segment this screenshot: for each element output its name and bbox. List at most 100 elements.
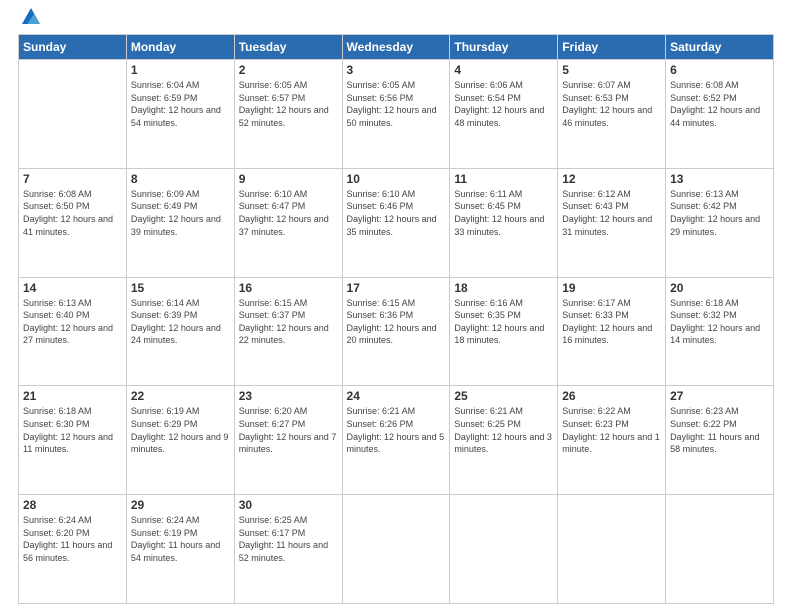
day-number: 21 [23,389,122,403]
cell-2-2: 16 Sunrise: 6:15 AMSunset: 6:37 PMDayligh… [234,277,342,386]
cell-0-6: 6Sunrise: 6:08 AMSunset: 6:52 PMDaylight… [666,60,774,169]
cell-info: Sunrise: 6:05 AMSunset: 6:56 PMDaylight:… [347,79,446,129]
cell-3-1: 22 Sunrise: 6:19 AMSunset: 6:29 PMDayligh… [126,386,234,495]
day-number: 17 [347,281,446,295]
cell-info: Sunrise: 6:06 AMSunset: 6:54 PMDaylight:… [454,79,553,129]
cell-2-5: 19Sunrise: 6:17 AMSunset: 6:33 PMDayligh… [558,277,666,386]
cell-4-5 [558,495,666,604]
day-number: 16 [239,281,338,295]
day-number: 19 [562,281,661,295]
cell-info: Sunrise: 6:16 AMSunset: 6:35 PMDaylight:… [454,297,553,347]
cell-info: Sunrise: 6:07 AMSunset: 6:53 PMDaylight:… [562,79,661,129]
header [18,10,774,28]
cell-info: Sunrise: 6:13 AMSunset: 6:42 PMDaylight:… [670,188,769,238]
col-tuesday: Tuesday [234,35,342,60]
cell-info: Sunrise: 6:18 AMSunset: 6:30 PMDaylight:… [23,405,122,455]
cell-3-4: 25 Sunrise: 6:21 AMSunset: 6:25 PMDayligh… [450,386,558,495]
day-number: 28 [23,498,122,512]
col-monday: Monday [126,35,234,60]
week-row-4: 28 Sunrise: 6:24 AMSunset: 6:20 PMDayligh… [19,495,774,604]
cell-3-0: 21 Sunrise: 6:18 AMSunset: 6:30 PMDayligh… [19,386,127,495]
col-thursday: Thursday [450,35,558,60]
cell-info: Sunrise: 6:21 AMSunset: 6:26 PMDaylight:… [347,405,446,455]
day-number: 24 [347,389,446,403]
day-number: 29 [131,498,230,512]
day-number: 13 [670,172,769,186]
cell-info: Sunrise: 6:08 AMSunset: 6:52 PMDaylight:… [670,79,769,129]
day-number: 14 [23,281,122,295]
col-saturday: Saturday [666,35,774,60]
week-row-3: 21 Sunrise: 6:18 AMSunset: 6:30 PMDayligh… [19,386,774,495]
cell-info: Sunrise: 6:19 AMSunset: 6:29 PMDaylight:… [131,405,230,455]
day-number: 2 [239,63,338,77]
page: Sunday Monday Tuesday Wednesday Thursday… [0,0,792,612]
cell-3-6: 27 Sunrise: 6:23 AMSunset: 6:22 PMDayligh… [666,386,774,495]
col-sunday: Sunday [19,35,127,60]
cell-0-3: 3 Sunrise: 6:05 AMSunset: 6:56 PMDaylight… [342,60,450,169]
cell-1-2: 9 Sunrise: 6:10 AMSunset: 6:47 PMDaylight… [234,168,342,277]
week-row-2: 14 Sunrise: 6:13 AMSunset: 6:40 PMDayligh… [19,277,774,386]
header-row: Sunday Monday Tuesday Wednesday Thursday… [19,35,774,60]
day-number: 18 [454,281,553,295]
cell-info: Sunrise: 6:21 AMSunset: 6:25 PMDaylight:… [454,405,553,455]
day-number: 27 [670,389,769,403]
day-number: 12 [562,172,661,186]
cell-2-0: 14 Sunrise: 6:13 AMSunset: 6:40 PMDayligh… [19,277,127,386]
cell-info: Sunrise: 6:15 AMSunset: 6:36 PMDaylight:… [347,297,446,347]
cell-2-1: 15 Sunrise: 6:14 AMSunset: 6:39 PMDayligh… [126,277,234,386]
cell-4-6 [666,495,774,604]
day-number: 22 [131,389,230,403]
day-number: 25 [454,389,553,403]
logo-icon [20,6,42,28]
cell-info: Sunrise: 6:24 AMSunset: 6:20 PMDaylight:… [23,514,122,564]
cell-3-5: 26Sunrise: 6:22 AMSunset: 6:23 PMDayligh… [558,386,666,495]
cell-2-3: 17 Sunrise: 6:15 AMSunset: 6:36 PMDayligh… [342,277,450,386]
cell-info: Sunrise: 6:25 AMSunset: 6:17 PMDaylight:… [239,514,338,564]
cell-info: Sunrise: 6:10 AMSunset: 6:47 PMDaylight:… [239,188,338,238]
cell-info: Sunrise: 6:24 AMSunset: 6:19 PMDaylight:… [131,514,230,564]
cell-4-2: 30 Sunrise: 6:25 AMSunset: 6:17 PMDayligh… [234,495,342,604]
day-number: 26 [562,389,661,403]
cell-info: Sunrise: 6:12 AMSunset: 6:43 PMDaylight:… [562,188,661,238]
day-number: 7 [23,172,122,186]
day-number: 1 [131,63,230,77]
cell-1-3: 10Sunrise: 6:10 AMSunset: 6:46 PMDayligh… [342,168,450,277]
day-number: 23 [239,389,338,403]
day-number: 11 [454,172,553,186]
cell-info: Sunrise: 6:20 AMSunset: 6:27 PMDaylight:… [239,405,338,455]
cell-0-2: 2Sunrise: 6:05 AMSunset: 6:57 PMDaylight… [234,60,342,169]
cell-0-5: 5Sunrise: 6:07 AMSunset: 6:53 PMDaylight… [558,60,666,169]
calendar-body: 1 Sunrise: 6:04 AMSunset: 6:59 PMDaylight… [19,60,774,604]
cell-1-1: 8Sunrise: 6:09 AMSunset: 6:49 PMDaylight… [126,168,234,277]
day-number: 30 [239,498,338,512]
cell-4-3 [342,495,450,604]
cell-0-0 [19,60,127,169]
cell-4-4 [450,495,558,604]
cell-info: Sunrise: 6:15 AMSunset: 6:37 PMDaylight:… [239,297,338,347]
day-number: 10 [347,172,446,186]
day-number: 20 [670,281,769,295]
cell-1-6: 13 Sunrise: 6:13 AMSunset: 6:42 PMDayligh… [666,168,774,277]
week-row-1: 7 Sunrise: 6:08 AMSunset: 6:50 PMDaylight… [19,168,774,277]
cell-2-6: 20 Sunrise: 6:18 AMSunset: 6:32 PMDayligh… [666,277,774,386]
cell-3-3: 24 Sunrise: 6:21 AMSunset: 6:26 PMDayligh… [342,386,450,495]
day-number: 9 [239,172,338,186]
cell-info: Sunrise: 6:04 AMSunset: 6:59 PMDaylight:… [131,79,230,129]
cell-info: Sunrise: 6:18 AMSunset: 6:32 PMDaylight:… [670,297,769,347]
day-number: 3 [347,63,446,77]
day-number: 15 [131,281,230,295]
cell-1-5: 12 Sunrise: 6:12 AMSunset: 6:43 PMDayligh… [558,168,666,277]
cell-0-1: 1 Sunrise: 6:04 AMSunset: 6:59 PMDaylight… [126,60,234,169]
col-friday: Friday [558,35,666,60]
cell-info: Sunrise: 6:14 AMSunset: 6:39 PMDaylight:… [131,297,230,347]
cell-info: Sunrise: 6:23 AMSunset: 6:22 PMDaylight:… [670,405,769,455]
cell-1-4: 11Sunrise: 6:11 AMSunset: 6:45 PMDayligh… [450,168,558,277]
day-number: 4 [454,63,553,77]
logo [18,10,42,28]
cell-info: Sunrise: 6:13 AMSunset: 6:40 PMDaylight:… [23,297,122,347]
cell-info: Sunrise: 6:09 AMSunset: 6:49 PMDaylight:… [131,188,230,238]
calendar-table: Sunday Monday Tuesday Wednesday Thursday… [18,34,774,604]
cell-info: Sunrise: 6:08 AMSunset: 6:50 PMDaylight:… [23,188,122,238]
week-row-0: 1 Sunrise: 6:04 AMSunset: 6:59 PMDaylight… [19,60,774,169]
cell-4-1: 29 Sunrise: 6:24 AMSunset: 6:19 PMDayligh… [126,495,234,604]
